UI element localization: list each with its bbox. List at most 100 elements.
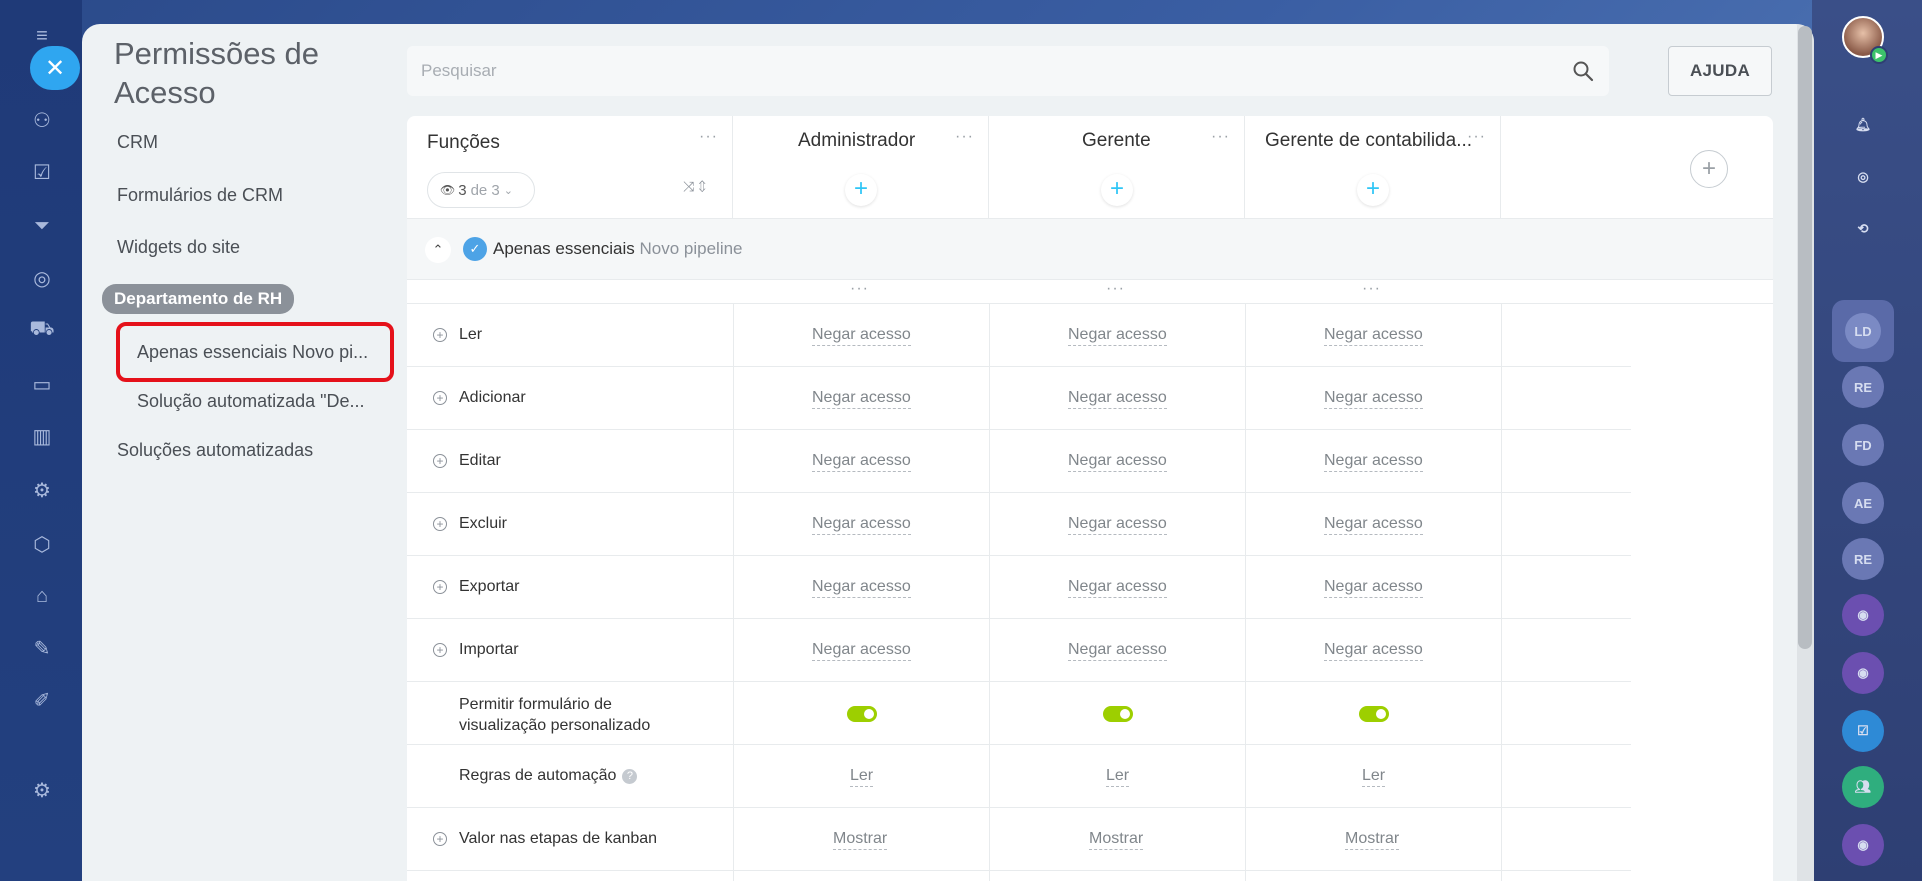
permission-value[interactable]: Negar acesso xyxy=(812,326,911,346)
more-icon[interactable]: ··· xyxy=(1362,280,1381,298)
permission-value[interactable]: Negar acesso xyxy=(812,452,911,472)
cart-icon[interactable]: ⛟ xyxy=(28,316,56,344)
settings-icon[interactable]: ⚙ xyxy=(28,776,56,804)
radar-icon[interactable]: ◎ xyxy=(1842,156,1884,198)
funnel-icon[interactable]: ⏷ xyxy=(28,212,56,240)
permission-value[interactable]: Ler xyxy=(850,767,874,787)
page-title-line2: Acesso xyxy=(114,75,216,110)
more-icon[interactable]: ··· xyxy=(1211,128,1230,146)
pen-icon[interactable]: ✎ xyxy=(28,634,56,662)
expand-icon[interactable]: + xyxy=(433,391,447,405)
help-icon[interactable]: ? xyxy=(622,769,638,784)
add-permission-button[interactable]: + xyxy=(1101,174,1133,206)
pipeline-icon: ✓ xyxy=(463,237,487,261)
table-row: + Editar Negar acesso Negar acesso Negar… xyxy=(407,430,1631,493)
store-icon[interactable]: ⌂ xyxy=(28,582,56,610)
permission-value[interactable]: Mostrar xyxy=(833,830,888,850)
expand-icon[interactable]: + xyxy=(433,832,447,846)
more-icon[interactable]: ··· xyxy=(1106,280,1125,298)
permission-value[interactable]: Ler xyxy=(1362,767,1386,787)
permission-value[interactable]: Negar acesso xyxy=(1324,326,1423,346)
highlight-frame xyxy=(116,322,394,382)
more-icon[interactable]: ··· xyxy=(850,280,869,298)
permission-value[interactable]: Negar acesso xyxy=(1068,326,1167,346)
permission-value[interactable]: Mostrar xyxy=(1089,830,1144,850)
search-input[interactable] xyxy=(421,61,1571,81)
row-label: Excluir xyxy=(459,515,508,532)
help-button[interactable]: AJUDA xyxy=(1668,46,1772,96)
permission-value[interactable]: Negar acesso xyxy=(812,389,911,409)
row-label: Valor nas etapas de kanban xyxy=(459,830,658,847)
filter-total: de 3 xyxy=(470,181,500,199)
add-role-button[interactable]: + xyxy=(1690,150,1728,188)
menu-group-hr[interactable]: Departamento de RH xyxy=(102,284,295,314)
section-sub: Novo pipeline xyxy=(639,239,743,258)
permission-value[interactable]: Negar acesso xyxy=(1324,641,1423,661)
toggle-switch[interactable] xyxy=(1359,706,1389,722)
target-icon[interactable]: ◎ xyxy=(28,264,56,292)
expand-icon[interactable]: + xyxy=(433,328,447,342)
card-icon[interactable]: ▭ xyxy=(28,370,56,398)
table-row-kanban: + Valor nas etapas de kanban Mostrar Mos… xyxy=(407,808,1631,871)
menu-subitem-automated[interactable]: Solução automatizada "De... xyxy=(137,391,377,412)
permission-value[interactable]: Negar acesso xyxy=(1324,452,1423,472)
avatar-ld[interactable]: LD xyxy=(1832,300,1894,362)
permission-value[interactable]: Negar acesso xyxy=(1324,578,1423,598)
robot-icon[interactable]: ⚙ xyxy=(28,476,56,504)
chat-icon-3[interactable]: ◉ xyxy=(1842,824,1884,866)
more-icon[interactable]: ··· xyxy=(955,128,974,146)
column-dots-row: ··· ··· ··· xyxy=(407,280,1773,304)
chart-icon[interactable]: ▥ xyxy=(28,422,56,450)
sync-icon[interactable]: ⟲ xyxy=(1842,208,1884,250)
scrollbar-thumb[interactable] xyxy=(1798,26,1812,649)
network-icon[interactable]: ⚇ xyxy=(28,106,56,134)
permission-value[interactable]: Negar acesso xyxy=(812,515,911,535)
menu-item-crm[interactable]: CRM xyxy=(117,132,158,153)
avatar-fd[interactable]: FD xyxy=(1842,424,1884,466)
permission-value[interactable]: Negar acesso xyxy=(1324,389,1423,409)
bell-icon[interactable]: 🔔︎ xyxy=(1842,104,1884,146)
permissions-table: Funções ··· 👁︎ 3 de 3 ⌄ ⤨ ⇕ Administrado… xyxy=(407,116,1773,881)
toggle-switch[interactable] xyxy=(1103,706,1133,722)
permission-value[interactable]: Negar acesso xyxy=(1068,578,1167,598)
menu-item-site-widgets[interactable]: Widgets do site xyxy=(117,237,240,258)
box-icon[interactable]: ⬡ xyxy=(28,530,56,558)
document-icon[interactable]: ✐ xyxy=(28,686,56,714)
permission-value[interactable]: Mostrar xyxy=(1345,830,1400,850)
toggle-switch[interactable] xyxy=(847,706,877,722)
role-filter[interactable]: 👁︎ 3 de 3 ⌄ xyxy=(427,172,535,208)
expand-icon[interactable]: + xyxy=(433,643,447,657)
group-icon[interactable]: 👥︎ xyxy=(1842,766,1884,808)
chat-icon-2[interactable]: ◉ xyxy=(1842,652,1884,694)
avatar-re-2[interactable]: RE xyxy=(1842,538,1884,580)
column-title: Gerente de contabilida... xyxy=(1265,130,1473,151)
more-icon[interactable]: ··· xyxy=(699,128,718,146)
expand-icon[interactable]: + xyxy=(433,580,447,594)
search-icon[interactable] xyxy=(1571,59,1595,83)
permission-value[interactable]: Negar acesso xyxy=(812,641,911,661)
expand-icon[interactable]: + xyxy=(433,454,447,468)
collapse-expand-icons[interactable]: ⤨ ⇕ xyxy=(683,178,706,195)
more-icon[interactable]: ··· xyxy=(1467,128,1486,146)
chevron-up-icon[interactable]: ⌃ xyxy=(425,237,451,263)
menu-item-crm-forms[interactable]: Formulários de CRM xyxy=(117,185,283,206)
expand-icon[interactable]: + xyxy=(433,517,447,531)
task-icon[interactable]: ☑ xyxy=(1842,710,1884,752)
chat-icon[interactable]: ◉ xyxy=(1842,594,1884,636)
permission-value[interactable]: Negar acesso xyxy=(812,578,911,598)
tasks-icon[interactable]: ☑ xyxy=(28,158,56,186)
avatar-re[interactable]: RE xyxy=(1842,366,1884,408)
row-label: Ler xyxy=(459,326,483,343)
permission-value[interactable]: Negar acesso xyxy=(1068,515,1167,535)
permission-value[interactable]: Ler xyxy=(1106,767,1130,787)
avatar-ae[interactable]: AE xyxy=(1842,482,1884,524)
menu-item-automated-solutions[interactable]: Soluções automatizadas xyxy=(117,440,313,461)
close-slider-button[interactable]: ✕ xyxy=(30,46,80,90)
permission-value[interactable]: Negar acesso xyxy=(1068,389,1167,409)
row-label-line1: Permitir formulário de xyxy=(459,696,612,713)
permission-value[interactable]: Negar acesso xyxy=(1068,641,1167,661)
add-permission-button[interactable]: + xyxy=(1357,174,1389,206)
permission-value[interactable]: Negar acesso xyxy=(1324,515,1423,535)
permission-value[interactable]: Negar acesso xyxy=(1068,452,1167,472)
add-permission-button[interactable]: + xyxy=(845,174,877,206)
